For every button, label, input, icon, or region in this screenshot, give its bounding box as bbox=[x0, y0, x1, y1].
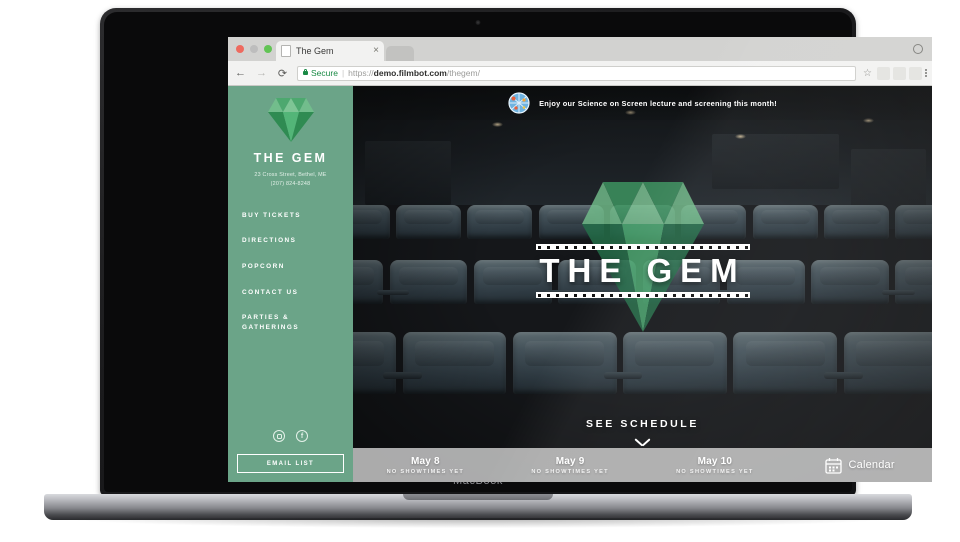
laptop-base bbox=[44, 494, 912, 520]
hero-logo-title: THE GEM bbox=[539, 252, 746, 289]
webcam-icon bbox=[475, 20, 481, 25]
showtime-date: May 10 bbox=[697, 455, 733, 467]
promo-banner[interactable]: Enjoy our Science on Screen lecture and … bbox=[353, 86, 932, 120]
extension-icon-2[interactable] bbox=[893, 66, 906, 80]
extension-icon-3[interactable] bbox=[909, 66, 922, 80]
maximize-window-button[interactable] bbox=[264, 45, 272, 53]
email-list-button[interactable]: EMAIL LIST bbox=[237, 454, 344, 473]
webpage: THE GEM 23 Cross Street, Bethel, ME (207… bbox=[228, 86, 932, 482]
see-schedule-label[interactable]: SEE SCHEDULE bbox=[353, 418, 932, 430]
social-links: f bbox=[228, 430, 353, 442]
site-address: 23 Cross Street, Bethel, ME (207) 824-82… bbox=[228, 171, 353, 189]
see-schedule-cta[interactable]: SEE SCHEDULE bbox=[353, 418, 932, 447]
hero-section: Enjoy our Science on Screen lecture and … bbox=[353, 86, 932, 482]
extension-icon-1[interactable] bbox=[877, 66, 890, 80]
showtime-date: May 8 bbox=[410, 455, 440, 467]
window-controls[interactable] bbox=[236, 45, 272, 53]
sidebar-item-popcorn[interactable]: POPCORN bbox=[242, 262, 353, 272]
url-path: /thegem/ bbox=[446, 68, 480, 78]
laptop-base-notch bbox=[403, 494, 553, 500]
forward-icon[interactable]: → bbox=[253, 65, 270, 82]
browser-window: The Gem × ← → ⟳ Secure | https:// demo.f… bbox=[228, 37, 932, 482]
sidebar-item-directions[interactable]: DIRECTIONS bbox=[242, 236, 353, 246]
showtime-status: NO SHOWTIMES YET bbox=[676, 468, 754, 475]
url-scheme: https:// bbox=[348, 68, 374, 78]
laptop-shadow bbox=[70, 518, 886, 528]
back-icon[interactable]: ← bbox=[232, 65, 249, 82]
facebook-icon[interactable]: f bbox=[296, 430, 308, 442]
instagram-icon[interactable] bbox=[273, 430, 285, 442]
reload-icon[interactable]: ⟳ bbox=[274, 65, 291, 82]
url-domain: demo.filmbot.com bbox=[373, 68, 447, 78]
profile-icon[interactable] bbox=[913, 44, 923, 54]
showtime-status: NO SHOWTIMES YET bbox=[531, 468, 609, 475]
screenshot-stage: MacBook The Gem × ← bbox=[0, 0, 960, 542]
showtime-day-may-9[interactable]: May 9 NO SHOWTIMES YET bbox=[498, 456, 643, 475]
browser-tab-the-gem[interactable]: The Gem × bbox=[276, 41, 384, 61]
browser-menu-icon[interactable] bbox=[925, 69, 927, 77]
promo-banner-text: Enjoy our Science on Screen lecture and … bbox=[539, 98, 777, 108]
address-street: 23 Cross Street, Bethel, ME bbox=[254, 172, 327, 178]
tab-title: The Gem bbox=[296, 46, 334, 56]
sidebar-nav: BUY TICKETS DIRECTIONS POPCORN CONTACT U… bbox=[228, 211, 353, 333]
browser-tabstrip: The Gem × bbox=[228, 37, 932, 61]
toolbar-actions: ☆ bbox=[861, 66, 927, 80]
address-phone: (207) 824-8248 bbox=[270, 180, 311, 187]
close-tab-icon[interactable]: × bbox=[373, 46, 379, 56]
calendar-label: Calendar bbox=[848, 459, 895, 471]
filmstrip-bottom bbox=[535, 292, 750, 299]
bookmark-star-icon[interactable]: ☆ bbox=[861, 67, 874, 80]
showtime-day-may-10[interactable]: May 10 NO SHOWTIMES YET bbox=[643, 456, 788, 475]
sidebar-item-contact-us[interactable]: CONTACT US bbox=[242, 288, 353, 298]
showtimes-bar: May 8 NO SHOWTIMES YET May 9 NO SHOWTIME… bbox=[353, 448, 932, 482]
showtime-day-may-8[interactable]: May 8 NO SHOWTIMES YET bbox=[353, 456, 498, 475]
chevron-down-icon[interactable] bbox=[635, 438, 650, 447]
sidebar-item-buy-tickets[interactable]: BUY TICKETS bbox=[242, 211, 353, 221]
close-window-button[interactable] bbox=[236, 45, 244, 53]
minimize-window-button[interactable] bbox=[250, 45, 258, 53]
browser-toolbar: ← → ⟳ Secure | https:// demo.filmbot.com… bbox=[228, 61, 932, 86]
science-globe-icon bbox=[508, 92, 530, 114]
address-bar[interactable]: Secure | https:// demo.filmbot.com /theg… bbox=[297, 65, 856, 81]
site-sidebar: THE GEM 23 Cross Street, Bethel, ME (207… bbox=[228, 86, 353, 482]
calendar-icon bbox=[824, 457, 842, 474]
lock-icon bbox=[303, 68, 308, 75]
showtime-status: NO SHOWTIMES YET bbox=[386, 468, 465, 475]
hero-logo: THE GEM bbox=[535, 182, 750, 332]
brand-name: THE GEM bbox=[253, 151, 328, 165]
calendar-button[interactable]: Calendar bbox=[787, 457, 932, 474]
secure-label: Secure bbox=[311, 68, 338, 78]
laptop-lid: MacBook The Gem × ← bbox=[100, 8, 932, 496]
url-separator: | bbox=[341, 68, 345, 78]
showtime-date: May 9 bbox=[555, 455, 585, 467]
page-favicon bbox=[281, 45, 291, 57]
sidebar-item-parties-gatherings[interactable]: PARTIES & GATHERINGS bbox=[242, 313, 353, 332]
new-tab-button[interactable] bbox=[386, 46, 414, 61]
site-logo[interactable]: THE GEM 23 Cross Street, Bethel, ME (207… bbox=[228, 98, 353, 189]
gem-diamond-icon bbox=[267, 98, 314, 142]
